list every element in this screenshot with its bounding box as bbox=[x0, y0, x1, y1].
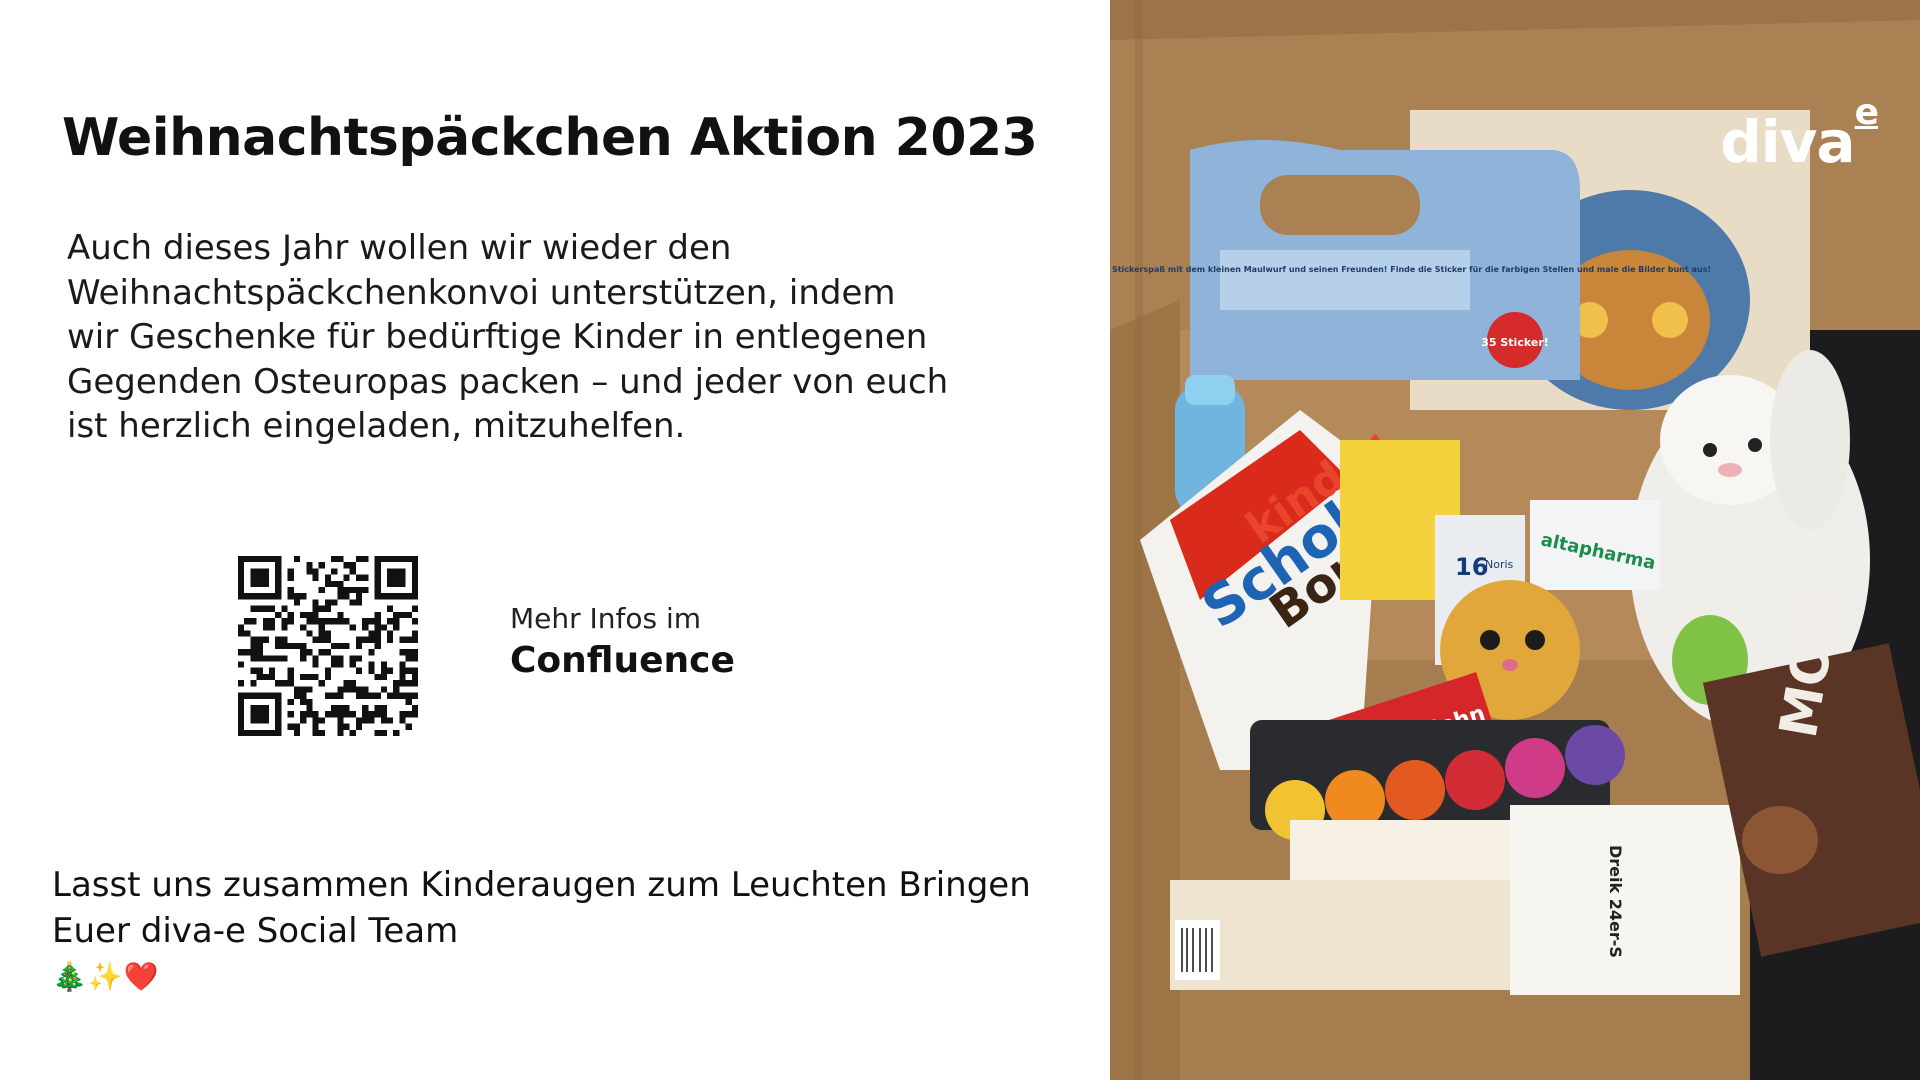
intro-line: Auch dieses Jahr wollen wir wieder den bbox=[67, 228, 732, 268]
intro-paragraph: Auch dieses Jahr wollen wir wieder den W… bbox=[67, 226, 1027, 449]
pencils-name: Noris bbox=[1485, 558, 1514, 571]
closing-line-1: Lasst uns zusammen Kinderaugen zum Leuch… bbox=[52, 865, 1031, 905]
logo-text: diva bbox=[1720, 108, 1855, 176]
closing-line-2: Euer diva-e Social Team 🎄✨❤️ bbox=[52, 908, 1031, 1000]
pencils-count: 16 bbox=[1455, 553, 1488, 581]
crayons-label: Dreik 24er-S bbox=[1606, 845, 1625, 958]
qr-code[interactable] bbox=[238, 556, 418, 736]
intro-line: ist herzlich eingeladen, mitzuhelfen. bbox=[67, 406, 686, 446]
slide-title: Weihnachtspäckchen Aktion 2023 bbox=[62, 108, 1038, 168]
book-caption: Ein winterlicher Ausmal- und Stickerspaß… bbox=[1110, 265, 1711, 274]
tree-sparkle-heart-icon: 🎄✨❤️ bbox=[52, 960, 160, 993]
sticker-badge: 35 Sticker! bbox=[1481, 336, 1549, 349]
logo-superscript: e bbox=[1854, 91, 1879, 133]
intro-line: Weihnachtspäckchenkonvoi unterstützen, i… bbox=[67, 272, 896, 313]
coloring-book-text: Ein winterlicher Ausmal- und Stickerspaß… bbox=[1110, 265, 1711, 274]
info-label: Mehr Infos im bbox=[510, 602, 702, 635]
confluence-link[interactable]: Confluence bbox=[510, 640, 735, 681]
intro-line: Gegenden Osteuropas packen – und jeder v… bbox=[67, 361, 949, 402]
team-signature: Euer diva-e Social Team bbox=[52, 911, 459, 951]
text-panel: Weihnachtspäckchen Aktion 2023 Auch dies… bbox=[0, 0, 1110, 1080]
closing-text: Lasst uns zusammen Kinderaugen zum Leuch… bbox=[52, 862, 1031, 1000]
intro-line: wir Geschenke für bedürftige Kinder in e… bbox=[67, 317, 928, 357]
diva-e-logo: divae bbox=[1720, 92, 1879, 176]
